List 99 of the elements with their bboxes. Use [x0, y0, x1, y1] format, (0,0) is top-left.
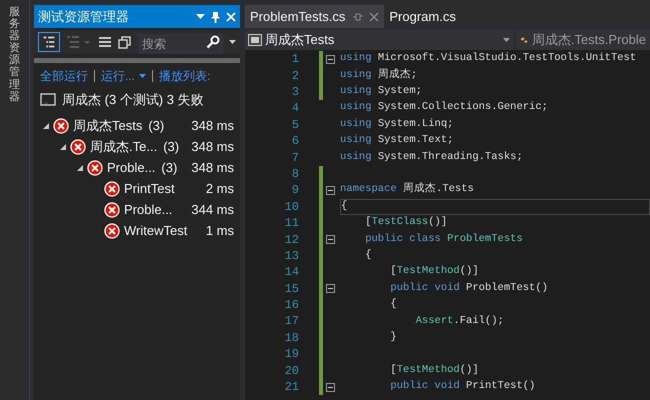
line-number: 18 [284, 330, 299, 347]
search-icon[interactable] [206, 35, 220, 49]
line-number: 7 [290, 150, 299, 167]
code-line: [TestMethod()] [389, 362, 480, 378]
line-number: 9 [290, 182, 299, 200]
member-dropdown[interactable]: 周成杰.Tests.Proble [516, 30, 650, 50]
dropdown-icon[interactable] [196, 14, 205, 20]
tree-item[interactable]: 周成杰Tests (3) 348 ms [34, 115, 240, 136]
code-line: using System.Text; [340, 133, 454, 148]
toolbar-link[interactable]: 播放列表: [159, 67, 210, 85]
test-duration: 2 ms [204, 180, 234, 198]
failed-icon [104, 222, 120, 238]
code-line: using 周成杰; [340, 67, 418, 83]
caret-icon[interactable] [229, 40, 236, 44]
test-name: Proble... [107, 158, 156, 177]
code-line: public void PrintTest() [389, 379, 536, 394]
project-dropdown[interactable]: 周成杰Tests [245, 30, 513, 50]
code-line: public void ProblemTest() [389, 280, 549, 296]
collapse-icon[interactable] [326, 284, 335, 294]
search-field[interactable]: 搜索 [138, 34, 223, 54]
tree-item[interactable]: Proble... (3) 348 ms [34, 157, 240, 178]
code-line: public class ProblemTests [364, 232, 524, 247]
line-number: 5 [290, 116, 299, 134]
tree-item[interactable]: Proble... 344 ms [34, 199, 240, 220]
line-number: 2 [290, 68, 299, 85]
project-name: 周成杰Tests [265, 31, 336, 50]
copy-icon[interactable] [118, 35, 132, 49]
code-line: using System; [340, 84, 423, 100]
list-view-icon[interactable] [38, 32, 60, 52]
line-number: 3 [290, 84, 299, 101]
line-number: 20 [284, 362, 299, 380]
panel-title: 测试资源管理器 [38, 8, 130, 26]
pin-icon[interactable] [353, 13, 364, 20]
file-tab[interactable]: ProblemTests.cs [245, 5, 384, 28]
code-line: [TestClass()] [364, 215, 448, 230]
code-line: using System.Collections.Generic; [340, 100, 549, 116]
test-name: WritewTest [124, 222, 188, 240]
code-line: using System.Threading.Tasks; [340, 150, 524, 165]
test-duration: 344 ms [190, 200, 234, 219]
code-line: { [389, 297, 398, 312]
line-number: 21 [284, 379, 299, 396]
test-name: Proble... [124, 200, 172, 219]
test-duration: 348 ms [190, 116, 234, 135]
member-name: 周成杰.Tests.Proble [532, 31, 646, 50]
file-tab[interactable]: Program.cs [384, 5, 461, 28]
line-number: 1 [290, 51, 299, 68]
expanded-icon[interactable] [42, 122, 50, 130]
expanded-icon[interactable] [76, 164, 84, 172]
test-count: (3) [163, 138, 180, 156]
collapse-icon[interactable] [326, 234, 335, 244]
test-duration: 348 ms [190, 158, 234, 177]
pin-icon[interactable] [211, 10, 220, 22]
failed-icon [104, 202, 120, 218]
tree-item[interactable]: 周成杰.Te... (3) 348 ms [34, 136, 240, 157]
line-number: 14 [284, 264, 299, 282]
test-count: (3) [161, 158, 178, 177]
caret-icon[interactable] [139, 74, 146, 78]
line-number: 8 [290, 166, 299, 183]
line-number: 17 [284, 313, 299, 330]
line-number: 4 [290, 100, 299, 118]
line-number: 12 [284, 232, 299, 248]
test-project-icon [40, 92, 56, 108]
test-count: (3) [148, 116, 164, 135]
test-name: PrintTest [124, 180, 175, 198]
expanded-icon[interactable] [59, 142, 67, 150]
code-line: { [364, 248, 373, 263]
test-summary: 周成杰 (3 个测试) 3 失败 [62, 91, 204, 110]
code-line: using Microsoft.VisualStudio.TestTools.UnitTest [340, 51, 638, 66]
test-duration: 348 ms [190, 138, 234, 156]
tree-item[interactable]: WritewTest 1 ms [34, 220, 240, 241]
code-line: } [389, 330, 398, 345]
code-line: Assert.Fail(); [414, 314, 505, 329]
line-number: 6 [290, 133, 299, 150]
line-number: 15 [284, 280, 299, 298]
test-name: 周成杰.Te... [90, 138, 158, 156]
side-tab[interactable]: 服务器资源管理器 [9, 6, 20, 103]
failed-icon [104, 180, 120, 196]
line-number: 19 [284, 346, 299, 364]
test-duration: 1 ms [204, 222, 234, 240]
failed-icon [87, 160, 103, 176]
line-number: 13 [284, 248, 299, 265]
toolbar-link[interactable]: 运行... [101, 67, 146, 85]
collapse-icon[interactable] [326, 186, 335, 195]
failed-icon [53, 118, 69, 134]
code-line: using System.Linq; [340, 116, 454, 132]
code-line: [TestMethod()] [389, 264, 480, 280]
code-line: namespace 周成杰.Tests [340, 182, 475, 198]
failed-icon [70, 138, 86, 154]
line-number: 11 [284, 215, 299, 232]
tree-item[interactable]: PrintTest 2 ms [34, 178, 240, 199]
caret-icon [503, 38, 510, 42]
close-icon[interactable] [370, 12, 380, 22]
toolbar-link[interactable]: 全部运行 [40, 67, 88, 85]
playlist-icon[interactable] [98, 35, 112, 49]
test-name: 周成杰Tests [73, 116, 142, 135]
collapse-icon[interactable] [326, 54, 335, 64]
line-number: 16 [284, 297, 299, 314]
line-number: 10 [284, 198, 299, 216]
collapse-icon[interactable] [326, 382, 335, 392]
